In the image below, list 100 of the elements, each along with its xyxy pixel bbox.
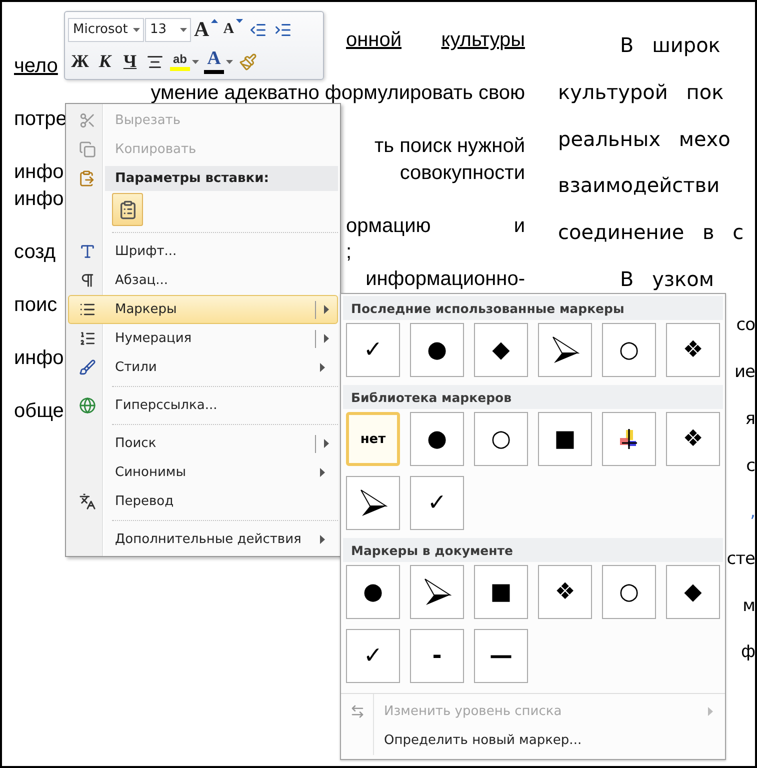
section-header: Маркеры в документе: [343, 538, 723, 562]
submenu-arrow-icon: [320, 535, 324, 544]
text-fragment: ть поиск нужной: [374, 135, 525, 158]
bullet-tile[interactable]: ❖: [666, 412, 720, 466]
bullet-tile[interactable]: ■: [538, 412, 592, 466]
menu-item[interactable]: Дополнительные действия: [68, 525, 338, 554]
text-icon: [78, 243, 96, 260]
text-fragment: чело: [14, 55, 58, 78]
section-header: Параметры вставки:: [105, 166, 338, 191]
italic-button[interactable]: К: [93, 48, 117, 75]
bullet-tile[interactable]: ❖: [666, 323, 720, 377]
bullet-tile[interactable]: ■: [474, 565, 528, 619]
text-fragment: совокупности: [400, 162, 525, 184]
text-fragment: ие: [734, 362, 755, 382]
menu-item[interactable]: Определить новый маркер...: [341, 726, 725, 755]
bullet-tile[interactable]: ○: [602, 565, 656, 619]
paste-option-button[interactable]: [112, 193, 143, 226]
caret-icon: [180, 28, 187, 32]
list-level-icon: [350, 704, 365, 719]
menu-item[interactable]: Маркеры: [68, 295, 338, 324]
bullet-tile[interactable]: ○: [602, 323, 656, 377]
text-fragment: инфо: [14, 346, 64, 369]
bullet-tile[interactable]: ○: [474, 412, 528, 466]
menu-item[interactable]: Абзац...: [68, 266, 338, 295]
menu-item[interactable]: Стили: [68, 353, 338, 382]
bullet-tile[interactable]: ●: [410, 412, 464, 466]
arrowhead-icon: [358, 488, 388, 518]
bullet-tile[interactable]: ✓: [346, 629, 400, 683]
font-color-button[interactable]: A: [202, 48, 235, 75]
text-fragment: В широк: [620, 33, 720, 58]
caret-icon: [133, 28, 140, 32]
globe-icon: [78, 397, 96, 414]
text-fragment: обще: [14, 400, 64, 422]
bullet-tile[interactable]: [410, 565, 464, 619]
shrink-font-button[interactable]: A: [221, 16, 246, 43]
bullet-tile[interactable]: ◆: [666, 565, 720, 619]
text-fragment: взаимодействи: [558, 173, 720, 198]
bullet-tile[interactable]: [602, 412, 656, 466]
arrowhead-icon: [550, 335, 580, 365]
underline-button[interactable]: Ч: [118, 48, 142, 75]
bullet-tile[interactable]: —: [474, 629, 528, 683]
text-fragment: потре: [14, 108, 67, 130]
text-fragment: культурой пок: [558, 80, 724, 104]
text-fragment: со: [736, 315, 755, 336]
caret-icon: [192, 60, 199, 64]
bullet-tile[interactable]: ●: [410, 323, 464, 377]
bullet-tile[interactable]: ❖: [538, 565, 592, 619]
text-fragment: созд: [14, 240, 56, 263]
bold-button[interactable]: Ж: [68, 48, 92, 75]
caret-icon: [226, 60, 233, 64]
menu-item[interactable]: Перевод: [68, 487, 338, 516]
menu-item[interactable]: Шрифт...: [68, 237, 338, 266]
text-fragment: соединение в с: [558, 220, 744, 244]
bullet-tile[interactable]: ◆: [474, 323, 528, 377]
bullet-tile[interactable]: [538, 323, 592, 377]
text-fragment: и: [514, 214, 525, 237]
text-fragment: я: [745, 408, 755, 429]
clipboard-icon: [78, 170, 94, 187]
text-fragment: реальных мехо: [558, 126, 730, 151]
highlight-button[interactable]: ab: [168, 48, 201, 75]
text-fragment: умение адекватно формулировать свою: [150, 82, 525, 104]
text-fragment: инфо: [14, 188, 64, 210]
menu-item[interactable]: Поиск: [68, 429, 338, 458]
translate-icon: [78, 493, 96, 510]
menu-item[interactable]: Гиперссылка...: [68, 391, 338, 420]
submenu-arrow-icon: [320, 363, 324, 372]
numbered-list-icon: [78, 330, 96, 347]
section-header: Библиотека маркеров: [343, 385, 723, 409]
submenu-arrow-icon: [708, 707, 712, 716]
font-name-field[interactable]: Microsot: [68, 18, 144, 42]
bullet-tile[interactable]: [346, 476, 400, 530]
text-fragment: инфо: [14, 161, 64, 184]
arrowhead-icon: [422, 577, 452, 607]
section-header: Последние использованные маркеры: [343, 296, 723, 320]
text-fragment: м: [742, 596, 755, 616]
up-arrow-icon: [211, 19, 218, 23]
submenu-arrow-icon: [324, 305, 329, 314]
bullet-tile[interactable]: ✓: [410, 476, 464, 530]
text-fragment: поис: [14, 294, 58, 316]
text-fragment: сте: [726, 548, 755, 569]
down-arrow-icon: [236, 19, 244, 23]
text-fragment: культуры: [441, 29, 525, 52]
font-size-field[interactable]: 13: [145, 18, 191, 42]
text-fragment: онной: [346, 29, 402, 52]
paintbrush-icon: [239, 52, 257, 70]
menu-item[interactable]: Нумерация: [68, 324, 338, 353]
text-fragment: ;: [346, 241, 352, 264]
scissors-icon: [78, 112, 96, 129]
text-fragment: ф: [740, 642, 755, 662]
text-fragment: ,: [750, 502, 755, 522]
copy-icon: [78, 141, 96, 158]
bullet-tile[interactable]: нет: [346, 412, 400, 466]
bullet-tile[interactable]: ●: [346, 565, 400, 619]
cross-bullet-icon: [618, 428, 640, 450]
text-fragment: В узком: [620, 266, 714, 291]
bullet-tile[interactable]: ✓: [346, 323, 400, 377]
menu-item[interactable]: Синонимы: [68, 458, 338, 487]
bulleted-list-icon: [78, 301, 96, 318]
grow-font-button[interactable]: A: [192, 16, 220, 43]
bullet-tile[interactable]: -: [410, 629, 464, 683]
